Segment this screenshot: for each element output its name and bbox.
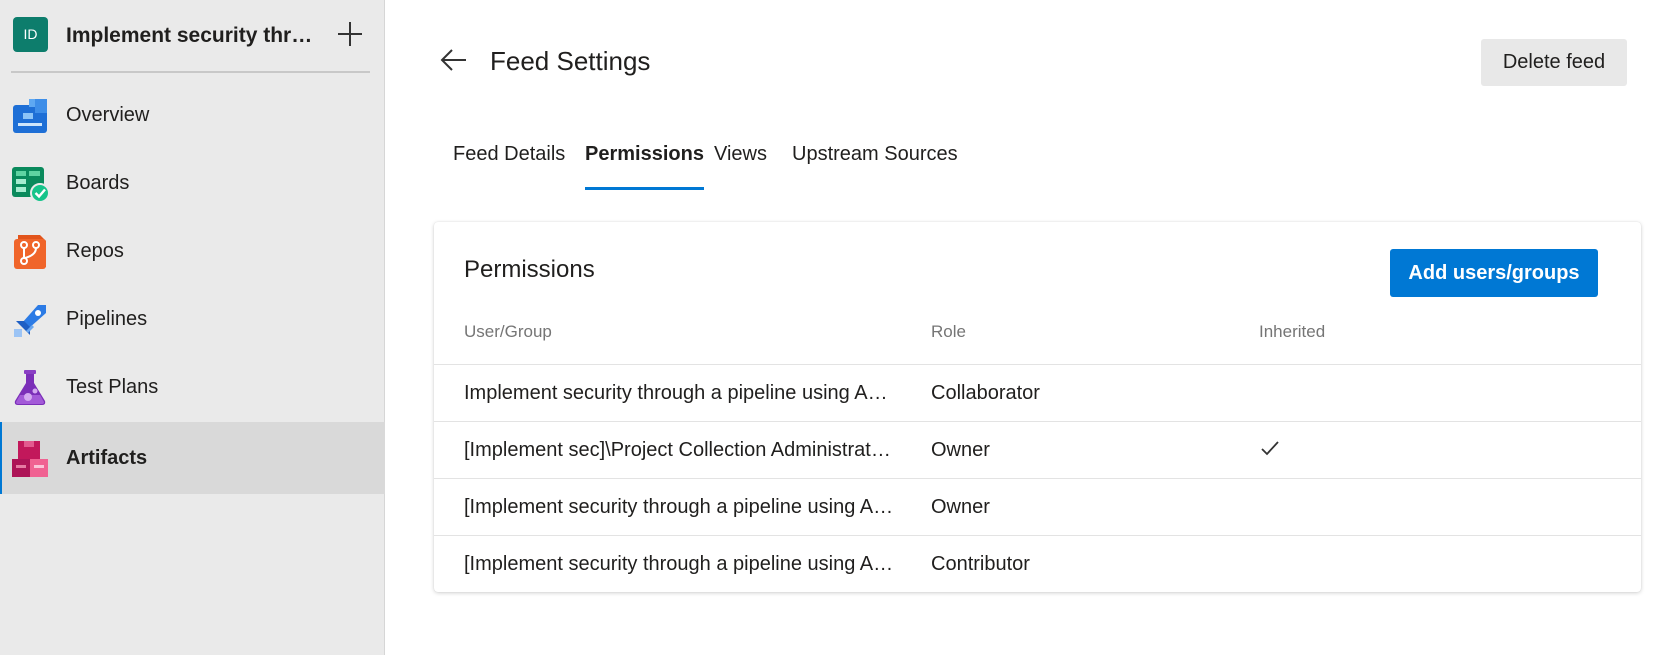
column-header-inherited[interactable]: Inherited <box>1259 321 1325 343</box>
sidebar-item-label: Test Plans <box>66 376 159 398</box>
tab-upstream-sources[interactable]: Upstream Sources <box>792 140 958 192</box>
tab-permissions[interactable]: Permissions <box>585 140 704 192</box>
sidebar-item-artifacts[interactable]: Artifacts <box>0 422 385 494</box>
card-title: Permissions <box>464 256 595 283</box>
overview-icon <box>12 97 50 135</box>
tab-feed-details[interactable]: Feed Details <box>453 140 565 192</box>
column-header-user-group[interactable]: User/Group <box>464 321 552 343</box>
table-row[interactable]: [Implement sec]\Project Collection Admin… <box>434 421 1641 478</box>
boards-icon <box>12 165 50 203</box>
tab-label: Permissions <box>585 143 704 165</box>
project-header: ID Implement security through a pipeline… <box>0 0 385 71</box>
sidebar-item-overview[interactable]: Overview <box>0 79 385 151</box>
sidebar-item-label: Pipelines <box>66 308 148 330</box>
artifacts-icon <box>12 440 50 478</box>
tab-label: Feed Details <box>453 143 566 165</box>
user-group-cell: [Implement security through a pipeline u… <box>464 496 896 518</box>
table-row[interactable]: [Implement security through a pipeline u… <box>434 535 1641 592</box>
sidebar: ID Implement security through a pipeline… <box>0 0 385 655</box>
page-title: Feed Settings <box>490 46 651 76</box>
divider <box>11 71 370 73</box>
sidebar-item-label: Overview <box>66 104 150 126</box>
sidebar-item-test-plans[interactable]: Test Plans <box>0 351 385 423</box>
sidebar-item-repos[interactable]: Repos <box>0 215 385 287</box>
sidebar-item-pipelines[interactable]: Pipelines <box>0 283 385 355</box>
role-cell: Collaborator <box>931 382 1040 404</box>
test-plans-icon <box>12 369 50 407</box>
sidebar-item-label: Artifacts <box>66 447 148 469</box>
repos-icon <box>12 233 50 271</box>
tab-views[interactable]: Views <box>714 140 767 192</box>
tab-label: Views <box>714 143 767 165</box>
project-avatar[interactable]: ID <box>13 17 48 52</box>
role-cell: Owner <box>931 496 990 518</box>
main-content: Feed Settings Delete feed Feed Details P… <box>386 0 1663 655</box>
delete-feed-button[interactable]: Delete feed <box>1481 39 1627 86</box>
table-row[interactable]: [Implement security through a pipeline u… <box>434 478 1641 535</box>
pipelines-icon <box>12 301 50 339</box>
role-cell: Owner <box>931 439 990 461</box>
tab-label: Upstream Sources <box>792 143 958 165</box>
user-group-cell: [Implement security through a pipeline u… <box>464 553 896 575</box>
user-group-cell: Implement security through a pipeline us… <box>464 382 896 404</box>
selected-tab-indicator <box>585 187 704 190</box>
back-arrow-icon[interactable] <box>439 45 469 75</box>
role-cell: Contributor <box>931 553 1030 575</box>
permissions-card: Permissions Add users/groups User/Group … <box>434 222 1641 592</box>
sidebar-item-label: Repos <box>66 240 124 262</box>
add-icon[interactable] <box>334 18 366 50</box>
add-users-groups-button[interactable]: Add users/groups <box>1390 249 1598 297</box>
sidebar-item-boards[interactable]: Boards <box>0 147 385 219</box>
project-name[interactable]: Implement security through a pipeline us… <box>66 22 316 50</box>
sidebar-item-label: Boards <box>66 172 130 194</box>
checkmark-icon <box>1259 439 1281 459</box>
column-header-role[interactable]: Role <box>931 321 966 343</box>
table-row[interactable]: Implement security through a pipeline us… <box>434 364 1641 421</box>
user-group-cell: [Implement sec]\Project Collection Admin… <box>464 439 896 461</box>
